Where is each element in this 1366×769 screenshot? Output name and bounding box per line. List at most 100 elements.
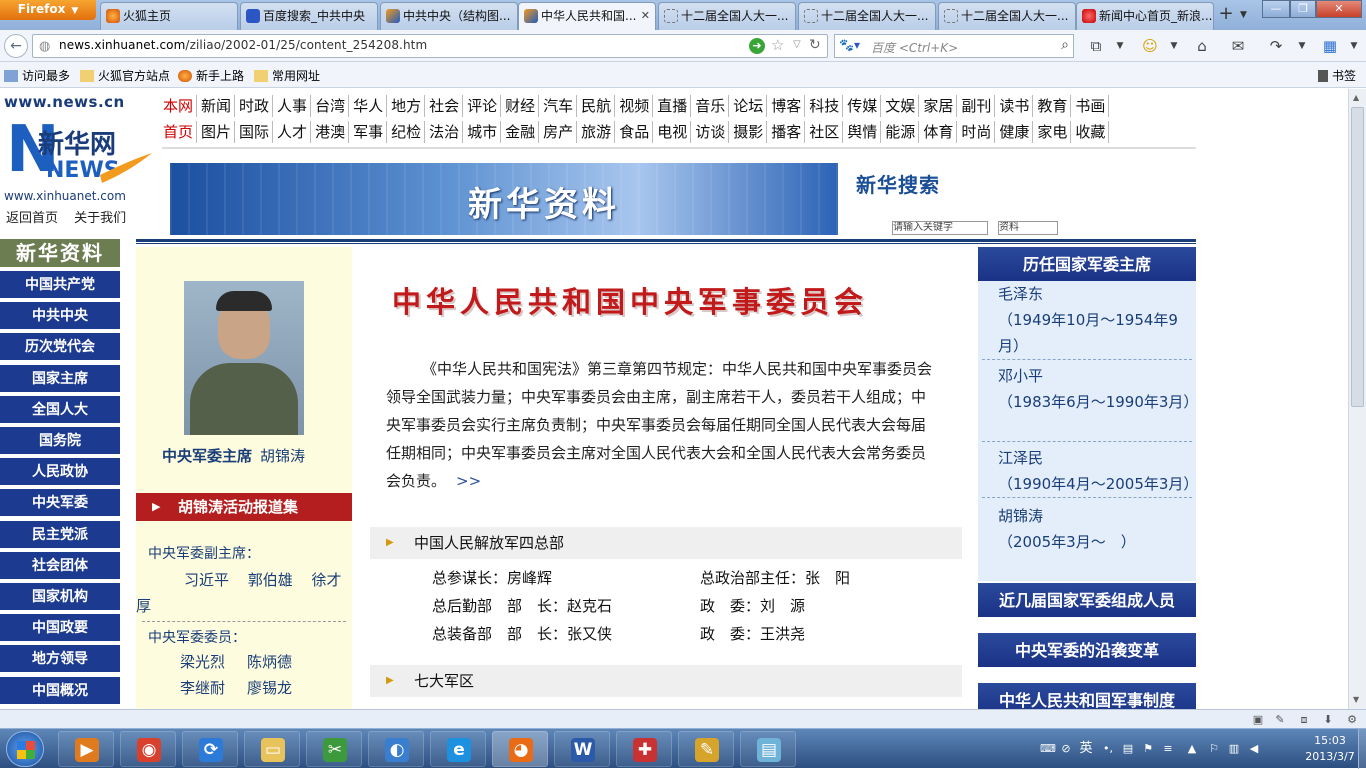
taskbar-app-button[interactable]: ◉ (120, 731, 176, 767)
cmc-history-link[interactable]: 中央军委的沿袭变革 (978, 633, 1196, 667)
channel-link[interactable]: 时尚 (960, 121, 996, 143)
left-nav-item[interactable]: 民主党派 (0, 520, 120, 549)
address-bar[interactable]: ◍ news.xinhuanet.com/ziliao/2002-01/25/c… (32, 34, 828, 58)
channel-link[interactable]: 摄影 (732, 121, 768, 143)
channel-link[interactable]: 食品 (618, 121, 654, 143)
channel-link[interactable]: 访谈 (694, 121, 730, 143)
hu-reports-bar[interactable]: ▶ 胡锦涛活动报道集 (136, 493, 352, 521)
system-clock[interactable]: 15:03 2013/3/7 (1300, 733, 1360, 765)
vertical-scrollbar[interactable]: ▲ ▼ (1348, 89, 1366, 709)
channel-link[interactable]: 舆情 (846, 121, 882, 143)
sync-icon[interactable]: ↷ (1266, 36, 1286, 56)
channel-link[interactable]: 华人 (352, 95, 388, 117)
taskbar-app-button[interactable]: ▶ (58, 731, 114, 767)
dropdown-icon[interactable]: ▼ (1292, 36, 1312, 56)
channel-link[interactable]: 台湾 (314, 95, 350, 117)
taskbar-app-button[interactable]: ✂ (306, 731, 362, 767)
window-icon[interactable]: ▣ (1250, 712, 1266, 727)
tray-expand-icon[interactable]: ▲ (1184, 741, 1200, 757)
channel-link[interactable]: 体育 (922, 121, 958, 143)
search-icon[interactable]: ⌕ (1061, 37, 1069, 53)
bookmark-getting-started[interactable]: 新手上路 (178, 67, 244, 84)
recent-cmc-members-link[interactable]: 近几届国家军委组成人员 (978, 583, 1196, 617)
dropdown-icon[interactable]: ▼ (1344, 36, 1364, 56)
channel-link[interactable]: 金融 (504, 121, 540, 143)
section-header-military-regions[interactable]: ▶ 七大军区 (370, 665, 962, 697)
tab-cpc-central[interactable]: 中共中央（结构图... (380, 2, 518, 30)
taskbar-app-button[interactable]: ⟳ (182, 731, 238, 767)
tab-firefox-home[interactable]: 火狐主页 (100, 2, 238, 30)
channel-link[interactable]: 文娱 (884, 95, 920, 117)
channel-link[interactable]: 博客 (770, 95, 806, 117)
left-nav-item[interactable]: 地方领导 (0, 645, 120, 674)
channel-link[interactable]: 财经 (504, 95, 540, 117)
tab-npc-1[interactable]: 十二届全国人大一... (658, 2, 796, 30)
channel-link[interactable]: 副刊 (960, 95, 996, 117)
go-arrow-icon[interactable]: ➜ (749, 38, 765, 54)
channel-link[interactable]: 旅游 (580, 121, 616, 143)
minimize-button[interactable]: — (1262, 0, 1290, 18)
channel-link[interactable]: 健康 (998, 121, 1034, 143)
addons-icon[interactable]: ▦ (1320, 36, 1340, 56)
tab-sina-news[interactable]: 新闻中心首页_新浪... (1076, 2, 1214, 30)
tab-active-cmc[interactable]: 中华人民共和国... ✕ (518, 2, 656, 30)
channel-link[interactable]: 首页 (162, 121, 198, 143)
member-name-link[interactable]: 梁光烈 (180, 653, 225, 671)
link-about-us[interactable]: 关于我们 (74, 211, 126, 226)
channel-link[interactable]: 社会 (428, 95, 464, 117)
channel-link[interactable]: 港澳 (314, 121, 350, 143)
channel-link[interactable]: 新闻 (200, 95, 236, 117)
taskbar-app-button[interactable]: ✎ (678, 731, 734, 767)
taskbar-app-button[interactable]: ◕ (492, 731, 548, 767)
taskbar-app-button[interactable]: ✚ (616, 731, 672, 767)
mail-icon[interactable]: ✉ (1228, 36, 1248, 56)
left-nav-item[interactable]: 历次党代会 (0, 333, 120, 362)
channel-link[interactable]: 电视 (656, 121, 692, 143)
channel-link[interactable]: 书画 (1074, 95, 1110, 117)
channel-link[interactable]: 城市 (466, 121, 502, 143)
dropdown-icon[interactable]: ▼ (1110, 36, 1130, 56)
channel-link[interactable]: 读书 (998, 95, 1034, 117)
member-name-link[interactable]: 李继耐 (180, 679, 225, 697)
scroll-up-icon[interactable]: ▲ (1353, 93, 1359, 102)
baidu-engine-icon[interactable]: 🐾▾ (839, 38, 860, 52)
search-bar[interactable]: 🐾▾ 百度 <Ctrl+K> ⌕ (834, 34, 1074, 58)
sidebar-icon[interactable]: ⧈ (1296, 712, 1312, 727)
channel-link[interactable]: 汽车 (542, 95, 578, 117)
start-button[interactable] (6, 731, 44, 767)
channel-link[interactable]: 能源 (884, 121, 920, 143)
link-back-home[interactable]: 返回首页 (6, 211, 58, 226)
channel-link[interactable]: 家居 (922, 95, 958, 117)
chairman-entry[interactable]: 江泽民 （1990年4月～2005年3月） (978, 445, 1198, 497)
channel-link[interactable]: 国际 (238, 121, 274, 143)
restore-button[interactable]: ❐ (1290, 0, 1316, 18)
vice-chairmen-names[interactable]: 习近平 郭伯雄 徐才厚 (136, 567, 346, 619)
channel-link[interactable]: 家电 (1036, 121, 1072, 143)
close-icon[interactable]: ✕ (641, 3, 650, 29)
bookmark-star-icon[interactable]: ☆ (771, 36, 784, 54)
bookmark-firefox-site[interactable]: 火狐官方站点 (80, 67, 170, 84)
channel-link[interactable]: 传媒 (846, 95, 882, 117)
channel-link[interactable]: 社区 (808, 121, 844, 143)
chairman-name-link[interactable]: 胡锦涛 (260, 447, 305, 465)
taskbar-app-button[interactable]: ▤ (740, 731, 796, 767)
channel-link[interactable]: 地方 (390, 95, 426, 117)
channel-link[interactable]: 科技 (808, 95, 844, 117)
left-nav-item[interactable]: 中央军委 (0, 489, 120, 518)
channel-link[interactable]: 教育 (1036, 95, 1072, 117)
tab-npc-2[interactable]: 十二届全国人大一... (798, 2, 936, 30)
ime-tools-icon[interactable]: ▤ (1120, 741, 1136, 757)
action-center-icon[interactable]: ⚐ (1206, 741, 1222, 757)
taskbar-app-button[interactable]: W (554, 731, 610, 767)
channel-link[interactable]: 论坛 (732, 95, 768, 117)
block-icon[interactable]: ⊘ (1058, 741, 1074, 757)
left-nav-item[interactable]: 国家主席 (0, 364, 120, 393)
tab-npc-3[interactable]: 十二届全国人大一... (938, 2, 1076, 30)
channel-link[interactable]: 纪检 (390, 121, 426, 143)
taskbar-app-button[interactable]: ◐ (368, 731, 424, 767)
channel-link[interactable]: 民航 (580, 95, 616, 117)
xinhua-search-input[interactable]: 请输入关键字 (892, 221, 988, 235)
bookmark-common-sites[interactable]: 常用网址 (254, 67, 320, 84)
smiley-icon[interactable]: ☺ (1140, 36, 1160, 56)
volume-icon[interactable]: ◀ (1246, 741, 1262, 757)
